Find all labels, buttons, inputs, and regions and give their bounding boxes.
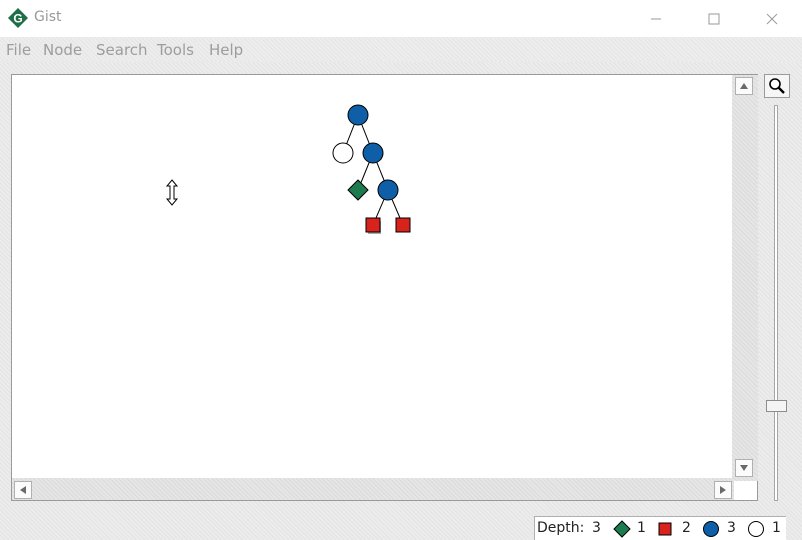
zoom-button[interactable] <box>764 74 790 98</box>
failures-count: 2 <box>682 520 691 536</box>
menu-help[interactable]: Help <box>209 41 243 59</box>
svg-text:G: G <box>13 12 22 26</box>
minimize-button[interactable] <box>627 0 685 37</box>
scroll-left-button[interactable] <box>14 481 32 499</box>
menu-file[interactable]: File <box>6 41 31 59</box>
maximize-icon <box>708 13 720 24</box>
tree-node-failure[interactable] <box>395 217 411 233</box>
tree-node-failure-selected[interactable] <box>365 217 381 233</box>
zoom-slider-thumb[interactable] <box>766 400 787 412</box>
resize-vertical-cursor-icon <box>165 179 179 206</box>
tree-node-solution[interactable] <box>347 179 369 201</box>
tree-node-choice[interactable] <box>347 104 369 126</box>
magnifier-icon <box>769 78 785 94</box>
search-tree <box>165 104 411 234</box>
title-bar: G Gist <box>0 0 802 37</box>
window-title: Gist <box>34 9 62 25</box>
menu-bar: File Node Search Tools Help <box>0 37 802 62</box>
failure-square-icon <box>658 522 672 536</box>
close-icon <box>766 13 778 24</box>
gist-logo-icon: G <box>8 8 28 28</box>
tree-canvas[interactable] <box>11 74 758 501</box>
choices-count: 3 <box>727 520 736 536</box>
tree-node-choice[interactable] <box>377 179 399 201</box>
scroll-right-button[interactable] <box>714 481 732 499</box>
menu-tools[interactable]: Tools <box>157 41 194 59</box>
minimize-icon <box>651 18 661 19</box>
status-bar: Depth: 3 1 2 3 1 <box>534 516 786 540</box>
maximize-button[interactable] <box>685 0 743 37</box>
tree-node-choice[interactable] <box>362 142 384 164</box>
depth-label: Depth: <box>537 520 585 536</box>
solution-diamond-icon <box>613 520 631 538</box>
arrow-right-icon <box>720 486 726 494</box>
vertical-scrollbar[interactable] <box>732 75 758 481</box>
scroll-down-button[interactable] <box>735 459 753 477</box>
open-count: 1 <box>772 520 781 536</box>
arrow-up-icon <box>740 83 748 89</box>
zoom-slider-track[interactable] <box>774 105 778 501</box>
solutions-count: 1 <box>637 520 646 536</box>
arrow-left-icon <box>20 486 26 494</box>
menu-search[interactable]: Search <box>96 41 148 59</box>
choice-circle-icon <box>703 521 719 537</box>
horizontal-scrollbar[interactable] <box>12 478 734 500</box>
tree-node-unexplored[interactable] <box>332 142 354 164</box>
depth-value: 3 <box>592 520 601 536</box>
scroll-up-button[interactable] <box>735 77 753 95</box>
open-circle-icon <box>748 521 764 537</box>
menu-node[interactable]: Node <box>43 41 82 59</box>
arrow-down-icon <box>740 465 748 471</box>
close-button[interactable] <box>743 0 801 37</box>
